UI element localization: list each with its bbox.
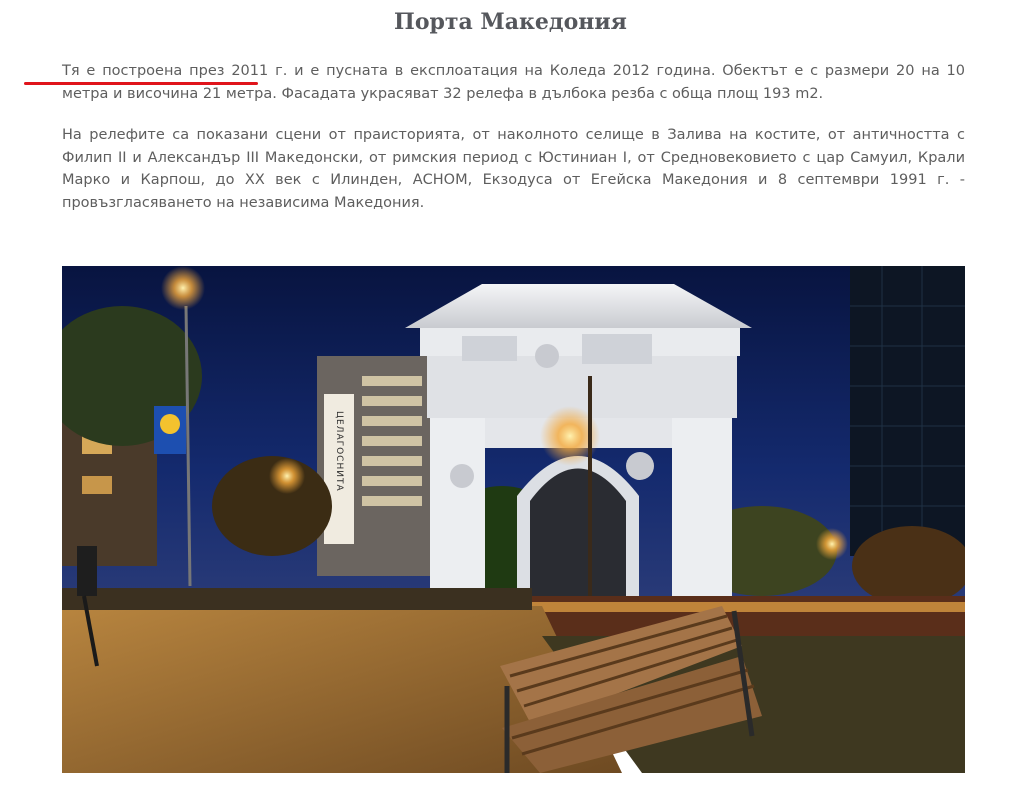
porta-macedonia-night-photo: ЦЕЛАГОСНИТА — [62, 266, 965, 773]
paragraph-reliefs: На релефите са показани сцени от праисто… — [62, 127, 965, 211]
trash-bin — [77, 546, 97, 596]
glass-tower — [850, 266, 965, 556]
red-underline-annotation — [24, 82, 258, 85]
building-sign: ЦЕЛАГОСНИТА — [334, 411, 344, 492]
article-title: Порта Македония — [394, 9, 627, 35]
